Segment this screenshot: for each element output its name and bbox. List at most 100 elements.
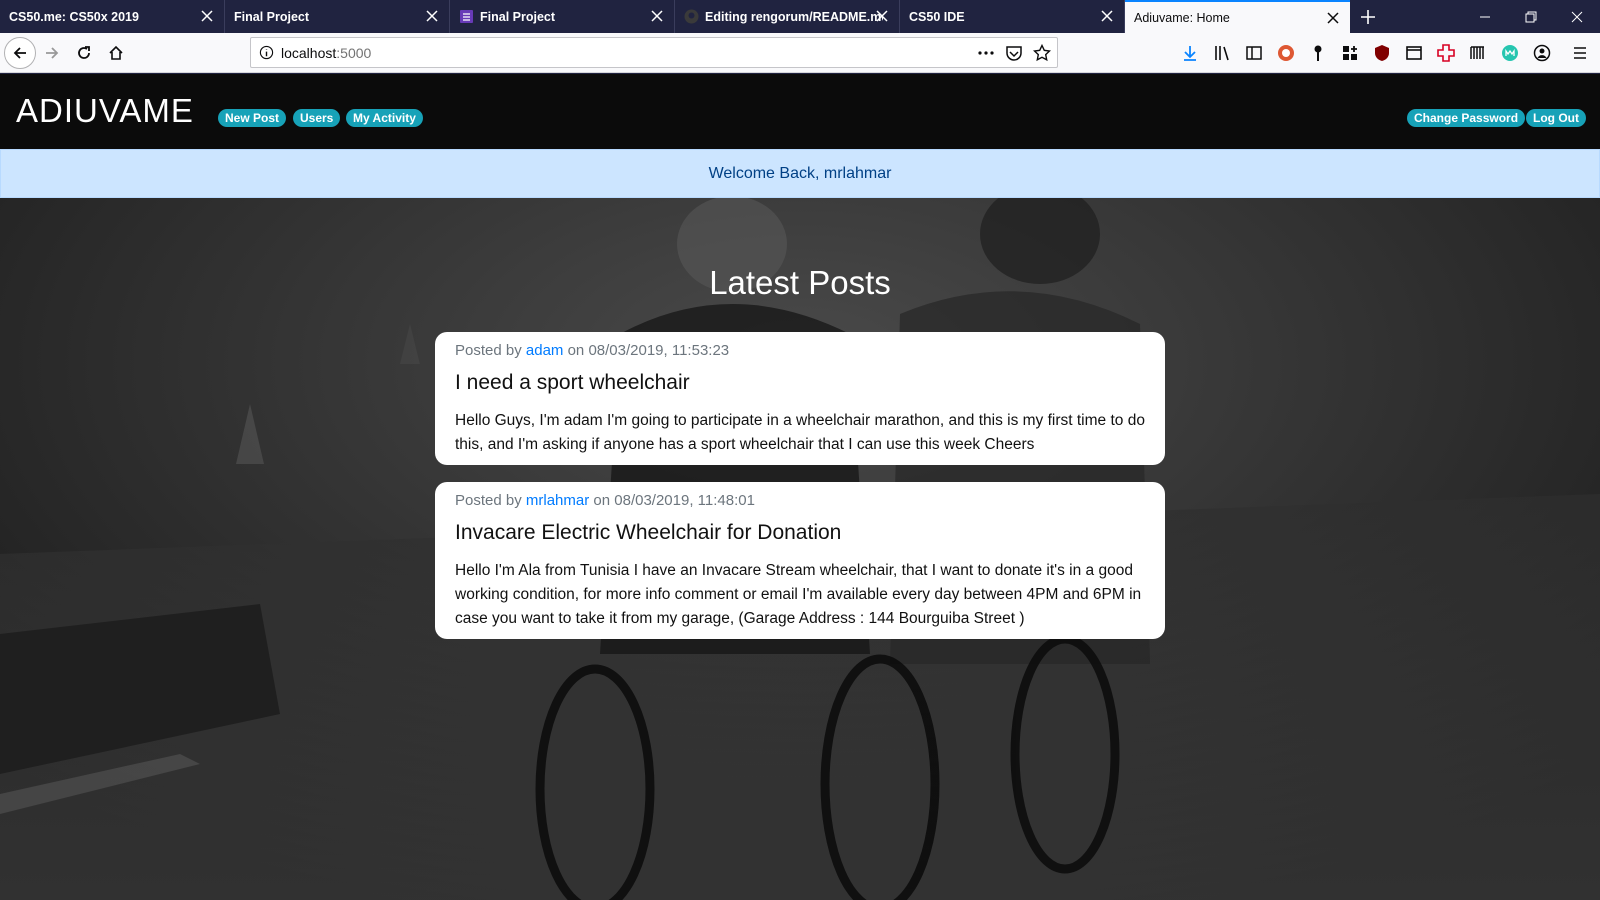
post-meta-on: on (589, 492, 615, 509)
welcome-alert: Welcome Back, mrlahmar (0, 149, 1600, 198)
close-icon[interactable] (425, 9, 439, 23)
sidebar-icon (1246, 46, 1262, 60)
m-circle-icon (1502, 45, 1518, 61)
my-activity-link[interactable]: My Activity (346, 109, 423, 127)
users-link[interactable]: Users (293, 109, 341, 127)
tab-cs50me[interactable]: CS50.me: CS50x 2019 (0, 0, 225, 33)
new-post-link[interactable]: New Post (218, 109, 287, 127)
library-button[interactable] (1212, 43, 1232, 63)
health-extension[interactable] (1436, 43, 1456, 63)
post-meta: Posted by adam on 08/03/2019, 11:53:23 (455, 342, 1145, 359)
download-icon (1184, 46, 1196, 61)
post-card: Posted by adam on 08/03/2019, 11:53:23 I… (435, 332, 1165, 465)
page-title: Latest Posts (709, 264, 891, 301)
post-body: Hello I'm Ala from Tunisia I have an Inv… (455, 562, 1142, 627)
tab-adiuvame-home[interactable]: Adiuvame: Home (1125, 0, 1350, 33)
tab-title: CS50 IDE (909, 9, 965, 24)
duckduckgo-icon (1278, 45, 1294, 61)
grid-plus-icon (1343, 46, 1357, 60)
sidebar-button[interactable] (1244, 43, 1264, 63)
post-date: 08/03/2019, 11:48:01 (614, 492, 755, 509)
reload-button[interactable] (68, 37, 100, 69)
tab-title: Final Project (480, 9, 556, 24)
screenshot-extension[interactable] (1404, 43, 1424, 63)
form-icon (460, 10, 473, 23)
close-icon[interactable] (650, 9, 664, 23)
m-extension[interactable] (1500, 43, 1520, 63)
tab-title: CS50.me: CS50x 2019 (9, 9, 139, 24)
back-button[interactable] (4, 37, 36, 69)
post-card: Posted by mrlahmar on 08/03/2019, 11:48:… (435, 482, 1165, 639)
downloads-button[interactable] (1180, 43, 1200, 63)
tab-final-project-form[interactable]: Final Project (450, 0, 675, 33)
site-brand[interactable]: ADIUVAME (16, 92, 194, 130)
close-window-button[interactable] (1554, 0, 1600, 33)
post-title[interactable]: I need a sport wheelchair (455, 371, 1145, 395)
tab-title: Final Project (234, 9, 310, 24)
barcode-extension[interactable] (1468, 43, 1488, 63)
post-body: Hello Guys, I'm adam I'm going to partic… (455, 412, 1145, 453)
welcome-message: Welcome Back, mrlahmar (708, 164, 892, 182)
log-out-link[interactable]: Log Out (1526, 109, 1586, 127)
page-actions-icon[interactable] (977, 44, 995, 62)
restore-button[interactable] (1508, 0, 1554, 33)
post-author-link[interactable]: adam (526, 342, 564, 359)
github-icon (684, 9, 699, 24)
site-navbar: ADIUVAME New Post Users My Activity Chan… (0, 74, 1600, 149)
hamburger-icon (1574, 47, 1586, 59)
close-icon[interactable] (200, 9, 214, 23)
tab-strip: CS50.me: CS50x 2019 Final Project Final … (0, 0, 1600, 33)
reload-icon (78, 46, 90, 59)
home-icon (109, 45, 123, 60)
cross-icon (1437, 44, 1455, 62)
web-page: ADIUVAME New Post Users My Activity Chan… (0, 74, 1600, 900)
forward-arrow-icon (46, 47, 59, 59)
post-meta-prefix: Posted by (455, 342, 526, 359)
ublock-extension[interactable] (1372, 43, 1392, 63)
key-icon (1314, 45, 1322, 61)
post-date: 08/03/2019, 11:53:23 (588, 342, 730, 359)
apps-extension[interactable] (1340, 43, 1360, 63)
url-port: :5000 (336, 44, 372, 61)
back-arrow-icon (13, 47, 26, 59)
plus-icon (1361, 9, 1375, 24)
url-text[interactable]: localhost:5000 (281, 45, 371, 61)
password-extension[interactable] (1308, 43, 1328, 63)
close-icon[interactable] (1326, 11, 1340, 25)
post-meta-prefix: Posted by (455, 492, 526, 509)
minimize-icon (1480, 16, 1490, 17)
barcode-icon (1470, 46, 1484, 59)
duckduckgo-extension[interactable] (1276, 43, 1296, 63)
restore-icon (1525, 11, 1537, 22)
account-icon (1533, 44, 1551, 62)
change-password-link[interactable]: Change Password (1407, 109, 1526, 127)
info-icon (259, 45, 273, 60)
close-icon[interactable] (875, 9, 889, 23)
extensions-toolbar (1180, 43, 1590, 63)
close-icon (1571, 11, 1583, 22)
new-tab-button[interactable] (1350, 0, 1386, 33)
home-button[interactable] (100, 37, 132, 69)
tab-title: Editing rengorum/README.md (705, 9, 883, 24)
bookmark-star-icon[interactable] (1033, 44, 1051, 62)
minimize-button[interactable] (1462, 0, 1508, 33)
browser-toolbar: localhost:5000 (0, 33, 1600, 73)
menu-button[interactable] (1570, 43, 1590, 63)
forward-button[interactable] (36, 37, 68, 69)
tab-github-readme[interactable]: Editing rengorum/README.md (675, 0, 900, 33)
tab-cs50-ide[interactable]: CS50 IDE (900, 0, 1125, 33)
pocket-icon[interactable] (1005, 44, 1023, 62)
library-icon (1215, 46, 1229, 61)
account-button[interactable] (1532, 43, 1552, 63)
address-bar[interactable]: localhost:5000 (250, 37, 1058, 68)
close-icon[interactable] (1100, 9, 1114, 23)
post-title[interactable]: Invacare Electric Wheelchair for Donatio… (455, 521, 1145, 545)
url-host: localhost (281, 44, 337, 61)
post-meta-on: on (563, 342, 589, 359)
post-author-link[interactable]: mrlahmar (526, 492, 589, 509)
tab-final-project[interactable]: Final Project (225, 0, 450, 33)
shield-icon (1375, 45, 1389, 61)
window-icon (1406, 46, 1422, 60)
post-meta: Posted by mrlahmar on 08/03/2019, 11:48:… (455, 492, 1145, 509)
site-info-button[interactable] (251, 45, 281, 60)
